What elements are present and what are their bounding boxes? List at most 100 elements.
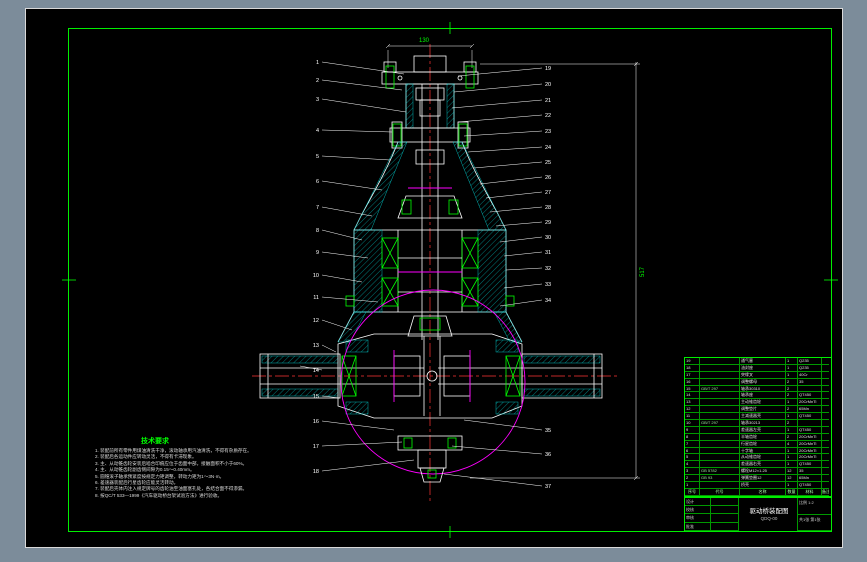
bom-cell: [821, 392, 829, 400]
bom-cell: 3: [685, 468, 699, 476]
bom-cell: 差速器左壳: [739, 426, 785, 434]
bom-cell: 1: [785, 364, 797, 372]
bom-cell: [699, 406, 739, 414]
sign-value: [711, 506, 739, 515]
bom-cell: Q235: [797, 358, 821, 365]
bom-cell: [699, 413, 739, 421]
bom-cell: 行星齿轮: [739, 440, 785, 448]
bom-cell: 突缘叉: [739, 371, 785, 379]
bom-cell: 2: [785, 378, 797, 386]
bom-cell: 1: [785, 447, 797, 455]
title-block-main: 驱动桥装配图 QDQ-00: [741, 498, 798, 531]
bom-header-cell: 数量: [785, 488, 797, 496]
bom-cell: [821, 426, 829, 434]
bom-cell: 轴承座: [739, 392, 785, 400]
notes-lines: 1. 装配前所有零件用煤油清洗干净，滚动轴承用汽油清洗，不得有杂质存在。 2. 装…: [95, 448, 291, 499]
bom-cell: 12: [685, 406, 699, 414]
sign-value: [711, 514, 739, 523]
bom-cell: 弹簧垫圈12: [739, 475, 785, 483]
bom-cell: [821, 378, 829, 386]
bom-cell: [797, 385, 821, 393]
bom-cell: [821, 399, 829, 407]
sign-label: 校核: [685, 506, 711, 515]
sign-value: [711, 498, 739, 507]
bom-cell: [821, 475, 829, 483]
bom-cell: [821, 371, 829, 379]
bom-cell: 1: [785, 461, 797, 469]
drawing-title: 驱动桥装配图: [749, 508, 789, 515]
bom-cell: [699, 440, 739, 448]
bom-cell: 20CrMnTi: [797, 433, 821, 441]
bom-cell: 5: [685, 454, 699, 462]
bom-cell: 20CrMnTi: [797, 399, 821, 407]
bom-cell: 1: [685, 482, 699, 489]
bom-cell: GB 93: [699, 475, 739, 483]
sheet-count: 共1张 第1张: [798, 515, 831, 531]
bom-cell: 通气塞: [739, 358, 785, 365]
bom-cell: [699, 371, 739, 379]
bom-cell: 13: [685, 399, 699, 407]
bom-cell: 2: [785, 406, 797, 414]
bom-cell: 主减速器壳: [739, 413, 785, 421]
bom-cell: 4: [685, 461, 699, 469]
bom-cell: QT450: [797, 413, 821, 421]
bom-cell: [821, 468, 829, 476]
bom-cell: [821, 433, 829, 441]
bom-cell: [821, 413, 829, 421]
bom-header-cell: 序号: [685, 489, 699, 496]
bom-cell: 35: [797, 468, 821, 476]
bom-cell: [821, 482, 829, 489]
bom-cell: [821, 447, 829, 455]
bom-cell: 35: [797, 378, 821, 386]
bom-cell: [699, 454, 739, 462]
bom-cell: 调整垫片: [739, 406, 785, 414]
bom-cell: [821, 385, 829, 393]
bom-cell: [699, 433, 739, 441]
bom-cell: 十字轴: [739, 447, 785, 455]
bom-cell: Q235: [797, 364, 821, 372]
bom-cell: 1: [785, 413, 797, 421]
bom-cell: 65Mn: [797, 475, 821, 483]
title-block: 设计 校核 审核 批准 驱动桥装配图 QDQ-00 比例 1:2 共1张 第1张: [684, 497, 832, 532]
bom-header-cell: 名称: [739, 488, 785, 496]
bom-cell: GB 5782: [699, 468, 739, 476]
bom-cell: 8: [685, 434, 699, 441]
drawing-scale: 比例 1:2: [798, 498, 831, 515]
bom-cell: 1: [785, 454, 797, 462]
bom-cell: 12: [785, 468, 797, 476]
bom-cell: [699, 447, 739, 455]
bom-cell: QT450: [797, 461, 821, 469]
sign-label: 设计: [685, 498, 711, 507]
bom-cell: 4: [785, 440, 797, 448]
bom-cell: [821, 406, 829, 414]
bom-cell: GB/T 297: [699, 385, 739, 393]
bom-cell: [821, 461, 829, 469]
bom-cell: 2: [785, 392, 797, 400]
note-line: 8. 按QC/T 533—1999《汽车驱动桥台架试验方法》进行验收。: [95, 492, 223, 498]
notes-title: 技术要求: [141, 438, 169, 445]
bom-cell: 轴承30213: [739, 420, 785, 427]
bom-cell: 11: [685, 413, 699, 421]
bom-cell: GB/T 297: [699, 420, 739, 427]
parts-table: 19 通气塞 1 Q235 18 油封座 1 Q235 17 突缘叉 1 40Cr 16 调整螺母 2 35 1…: [684, 357, 832, 497]
bom-cell: [699, 426, 739, 434]
bom-cell: 2: [785, 420, 797, 427]
bom-cell: 20CrMnTi: [797, 454, 821, 462]
cad-viewport: 1 2 3 4 5 6 7 8 9 10 11 12 13 14 15 16 17 18 19 20 21 22 23 24 2…: [0, 0, 867, 562]
bom-cell: 10: [685, 420, 699, 427]
bom-cell: [699, 378, 739, 386]
bom-cell: QT450: [797, 482, 821, 489]
bom-cell: 40Cr: [797, 371, 821, 379]
bom-cell: 2: [685, 475, 699, 483]
sign-label: 批准: [685, 522, 711, 531]
drawing-number: QDQ-00: [760, 516, 778, 521]
bom-cell: 油封座: [739, 364, 785, 372]
bom-cell: 1: [785, 371, 797, 379]
bom-cell: 65Mn: [797, 406, 821, 414]
sign-label: 审核: [685, 514, 711, 523]
bom-cell: 18: [685, 365, 699, 372]
bom-header-cell: 备注: [821, 488, 829, 496]
bom-cell: [821, 358, 829, 365]
bom-cell: 17: [685, 372, 699, 379]
bom-cell: 差速器右壳: [739, 461, 785, 469]
